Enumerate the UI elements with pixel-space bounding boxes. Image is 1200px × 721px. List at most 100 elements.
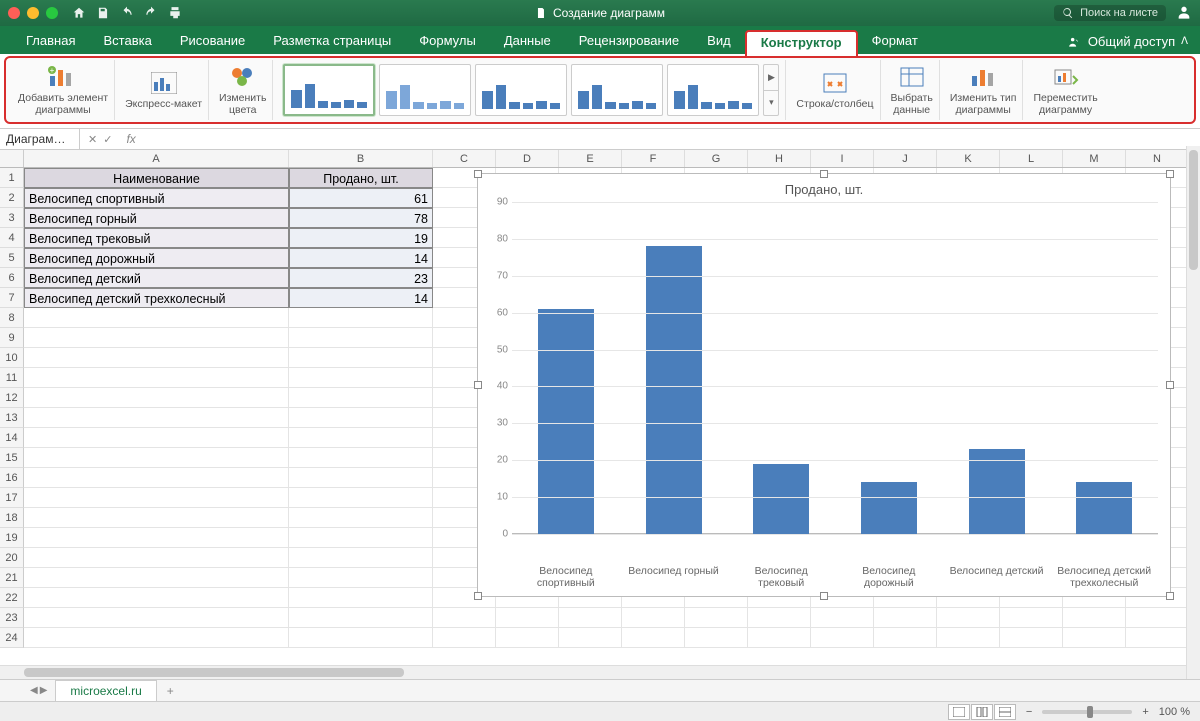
chart-bar[interactable] <box>753 464 809 534</box>
minimize-window[interactable] <box>27 7 39 19</box>
row-header[interactable]: 8 <box>0 308 24 328</box>
cell[interactable] <box>748 628 811 648</box>
scrollbar-thumb[interactable] <box>1189 150 1198 270</box>
cell[interactable] <box>24 608 289 628</box>
cell[interactable]: Продано, шт. <box>289 168 433 188</box>
row-header[interactable]: 18 <box>0 508 24 528</box>
row-header[interactable]: 2 <box>0 188 24 208</box>
cell[interactable] <box>937 628 1000 648</box>
redo-icon[interactable] <box>144 6 158 20</box>
row-header[interactable]: 17 <box>0 488 24 508</box>
row-header[interactable]: 6 <box>0 268 24 288</box>
cell[interactable] <box>1063 628 1126 648</box>
cell[interactable] <box>24 508 289 528</box>
cell[interactable] <box>496 628 559 648</box>
cell[interactable] <box>289 448 433 468</box>
chart-style-5[interactable] <box>667 64 759 116</box>
change-chart-type-button[interactable]: Изменить тип диаграммы <box>944 60 1024 120</box>
col-header-a[interactable]: A <box>24 150 289 167</box>
row-header[interactable]: 21 <box>0 568 24 588</box>
row-header[interactable]: 11 <box>0 368 24 388</box>
cell[interactable] <box>433 628 496 648</box>
cell[interactable] <box>289 408 433 428</box>
cell[interactable]: Велосипед детский <box>24 268 289 288</box>
tab-design[interactable]: Конструктор <box>745 30 858 56</box>
cell[interactable] <box>24 328 289 348</box>
zoom-window[interactable] <box>46 7 58 19</box>
row-header[interactable]: 1 <box>0 168 24 188</box>
close-window[interactable] <box>8 7 20 19</box>
sheet-nav-prev-icon[interactable]: ◀ <box>30 685 38 696</box>
col-header-j[interactable]: J <box>874 150 937 167</box>
cell[interactable] <box>289 608 433 628</box>
cell[interactable] <box>289 308 433 328</box>
page-break-button[interactable] <box>994 704 1016 720</box>
cell[interactable] <box>24 308 289 328</box>
cell[interactable]: Велосипед детский трехколесный <box>24 288 289 308</box>
cell[interactable]: Велосипед горный <box>24 208 289 228</box>
col-header-l[interactable]: L <box>1000 150 1063 167</box>
tab-format[interactable]: Формат <box>858 28 932 54</box>
cell[interactable] <box>24 368 289 388</box>
vertical-scrollbar[interactable] <box>1186 146 1200 679</box>
row-header[interactable]: 3 <box>0 208 24 228</box>
col-header-g[interactable]: G <box>685 150 748 167</box>
cell[interactable] <box>559 608 622 628</box>
tab-draw[interactable]: Рисование <box>166 28 259 54</box>
chart-bar[interactable] <box>861 482 917 534</box>
cell[interactable] <box>24 448 289 468</box>
user-menu[interactable] <box>1176 4 1192 23</box>
cell[interactable]: 61 <box>289 188 433 208</box>
cell[interactable] <box>289 568 433 588</box>
col-header-i[interactable]: I <box>811 150 874 167</box>
cell[interactable] <box>811 608 874 628</box>
cell[interactable] <box>433 608 496 628</box>
cell[interactable] <box>811 628 874 648</box>
add-sheet-button[interactable]: + <box>157 681 184 701</box>
cell[interactable] <box>496 608 559 628</box>
cell[interactable]: 23 <box>289 268 433 288</box>
embedded-chart[interactable]: Продано, шт. 0102030405060708090 Велосип… <box>477 173 1171 597</box>
cell[interactable] <box>24 468 289 488</box>
cell[interactable]: 14 <box>289 288 433 308</box>
chart-style-3[interactable] <box>475 64 567 116</box>
zoom-in-button[interactable]: + <box>1142 706 1148 718</box>
row-header[interactable]: 22 <box>0 588 24 608</box>
chart-style-1[interactable] <box>283 64 375 116</box>
tab-view[interactable]: Вид <box>693 28 745 54</box>
chart-bar[interactable] <box>1076 482 1132 534</box>
cell[interactable] <box>874 628 937 648</box>
zoom-level[interactable]: 100 % <box>1159 706 1190 718</box>
cell[interactable] <box>289 588 433 608</box>
move-chart-button[interactable]: Переместить диаграмму <box>1027 60 1103 120</box>
zoom-slider[interactable] <box>1042 710 1132 714</box>
style-gallery-nav[interactable]: ▶▾ <box>763 64 779 116</box>
row-header[interactable]: 9 <box>0 328 24 348</box>
cell[interactable] <box>289 348 433 368</box>
cell[interactable] <box>748 608 811 628</box>
resize-handle[interactable] <box>1166 170 1174 178</box>
row-header[interactable]: 20 <box>0 548 24 568</box>
chart-bar[interactable] <box>538 309 594 534</box>
page-layout-button[interactable] <box>971 704 993 720</box>
col-header-m[interactable]: M <box>1063 150 1126 167</box>
chart-bar[interactable] <box>646 246 702 534</box>
chevron-right-icon[interactable]: ▶ <box>764 65 778 91</box>
tab-home[interactable]: Главная <box>12 28 89 54</box>
quick-layout-button[interactable]: Экспресс-макет <box>119 60 209 120</box>
cell[interactable] <box>289 328 433 348</box>
col-header-e[interactable]: E <box>559 150 622 167</box>
cell[interactable] <box>1126 608 1189 628</box>
chart-plot-area[interactable]: 0102030405060708090 <box>512 202 1158 534</box>
cell[interactable] <box>24 488 289 508</box>
resize-handle[interactable] <box>1166 381 1174 389</box>
cell[interactable] <box>24 628 289 648</box>
scrollbar-thumb[interactable] <box>24 668 404 677</box>
cell[interactable] <box>289 528 433 548</box>
select-data-button[interactable]: Выбрать данные <box>885 60 940 120</box>
cell[interactable] <box>685 608 748 628</box>
search-field[interactable]: Поиск на листе <box>1054 5 1166 21</box>
cell[interactable] <box>289 488 433 508</box>
row-header[interactable]: 19 <box>0 528 24 548</box>
cell[interactable] <box>24 348 289 368</box>
